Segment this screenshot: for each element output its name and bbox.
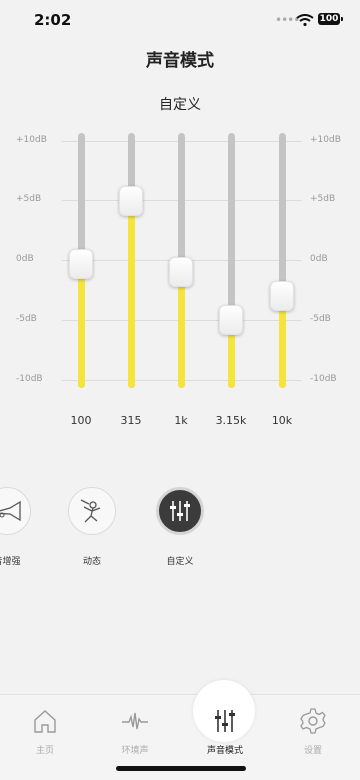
freq-label: 3.15k bbox=[215, 414, 247, 427]
equalizer-icon bbox=[167, 498, 193, 524]
freq-label: 10k bbox=[271, 414, 293, 427]
eq-slider-handle[interactable] bbox=[69, 249, 93, 280]
trumpet-icon bbox=[0, 499, 24, 523]
tab-gear[interactable]: 设置 bbox=[277, 699, 349, 759]
dancer-icon bbox=[77, 496, 107, 526]
eq-slider-3.15k[interactable] bbox=[227, 133, 235, 388]
db-label-left: -10dB bbox=[16, 374, 43, 384]
page-title: 声音模式 bbox=[146, 51, 214, 71]
db-label-left: -5dB bbox=[16, 314, 37, 324]
tab-label: 环境声 bbox=[121, 746, 149, 756]
mode-label: 动态 bbox=[82, 557, 101, 567]
eq-slider-fill bbox=[127, 200, 135, 388]
status-bar: 2:02 •••• 100 bbox=[0, 0, 360, 40]
tab-sliders[interactable]: 声音模式 bbox=[189, 699, 261, 759]
eq-slider-handle[interactable] bbox=[169, 257, 193, 288]
home-indicator bbox=[116, 766, 246, 771]
tab-waveform[interactable]: 环境声 bbox=[99, 699, 171, 759]
tab-label: 设置 bbox=[303, 746, 322, 756]
eq-slider-handle[interactable] bbox=[119, 185, 143, 216]
db-label-right: 0dB bbox=[310, 254, 328, 264]
mode-button[interactable] bbox=[68, 487, 116, 535]
wifi-icon bbox=[296, 14, 314, 26]
db-label-left: 0dB bbox=[16, 254, 34, 264]
tab-home[interactable]: 主页 bbox=[9, 699, 81, 759]
db-label-left: +10dB bbox=[16, 135, 47, 145]
gear-icon bbox=[299, 707, 327, 735]
tab-label: 声音模式 bbox=[206, 746, 243, 756]
battery-icon: 100 bbox=[318, 13, 343, 25]
db-label-right: -5dB bbox=[310, 314, 331, 324]
mode-button[interactable] bbox=[0, 487, 31, 535]
db-label-left: +5dB bbox=[16, 194, 42, 204]
eq-slider-fill bbox=[177, 272, 185, 388]
waveform-icon bbox=[121, 707, 149, 735]
freq-label: 1k bbox=[174, 414, 188, 427]
mode-button[interactable] bbox=[156, 487, 204, 535]
db-label-right: +5dB bbox=[310, 194, 336, 204]
eq-slider-handle[interactable] bbox=[270, 281, 294, 312]
sliders-icon bbox=[211, 707, 239, 735]
eq-slider-fill bbox=[77, 264, 85, 388]
preset-name: 自定义 bbox=[159, 97, 201, 113]
db-label-right: -10dB bbox=[310, 374, 337, 384]
mode-label: 音增强 bbox=[0, 557, 21, 567]
freq-label: 315 bbox=[120, 414, 142, 427]
eq-slider-handle[interactable] bbox=[219, 305, 243, 336]
eq-slider-315[interactable] bbox=[127, 133, 135, 388]
home-icon bbox=[31, 707, 59, 735]
db-label-right: +10dB bbox=[310, 135, 341, 145]
tab-label: 主页 bbox=[35, 746, 54, 756]
status-time: 2:02 bbox=[34, 11, 72, 29]
freq-label: 100 bbox=[70, 414, 92, 427]
eq-slider-10k[interactable] bbox=[278, 133, 286, 388]
mode-label: 自定义 bbox=[166, 557, 194, 567]
